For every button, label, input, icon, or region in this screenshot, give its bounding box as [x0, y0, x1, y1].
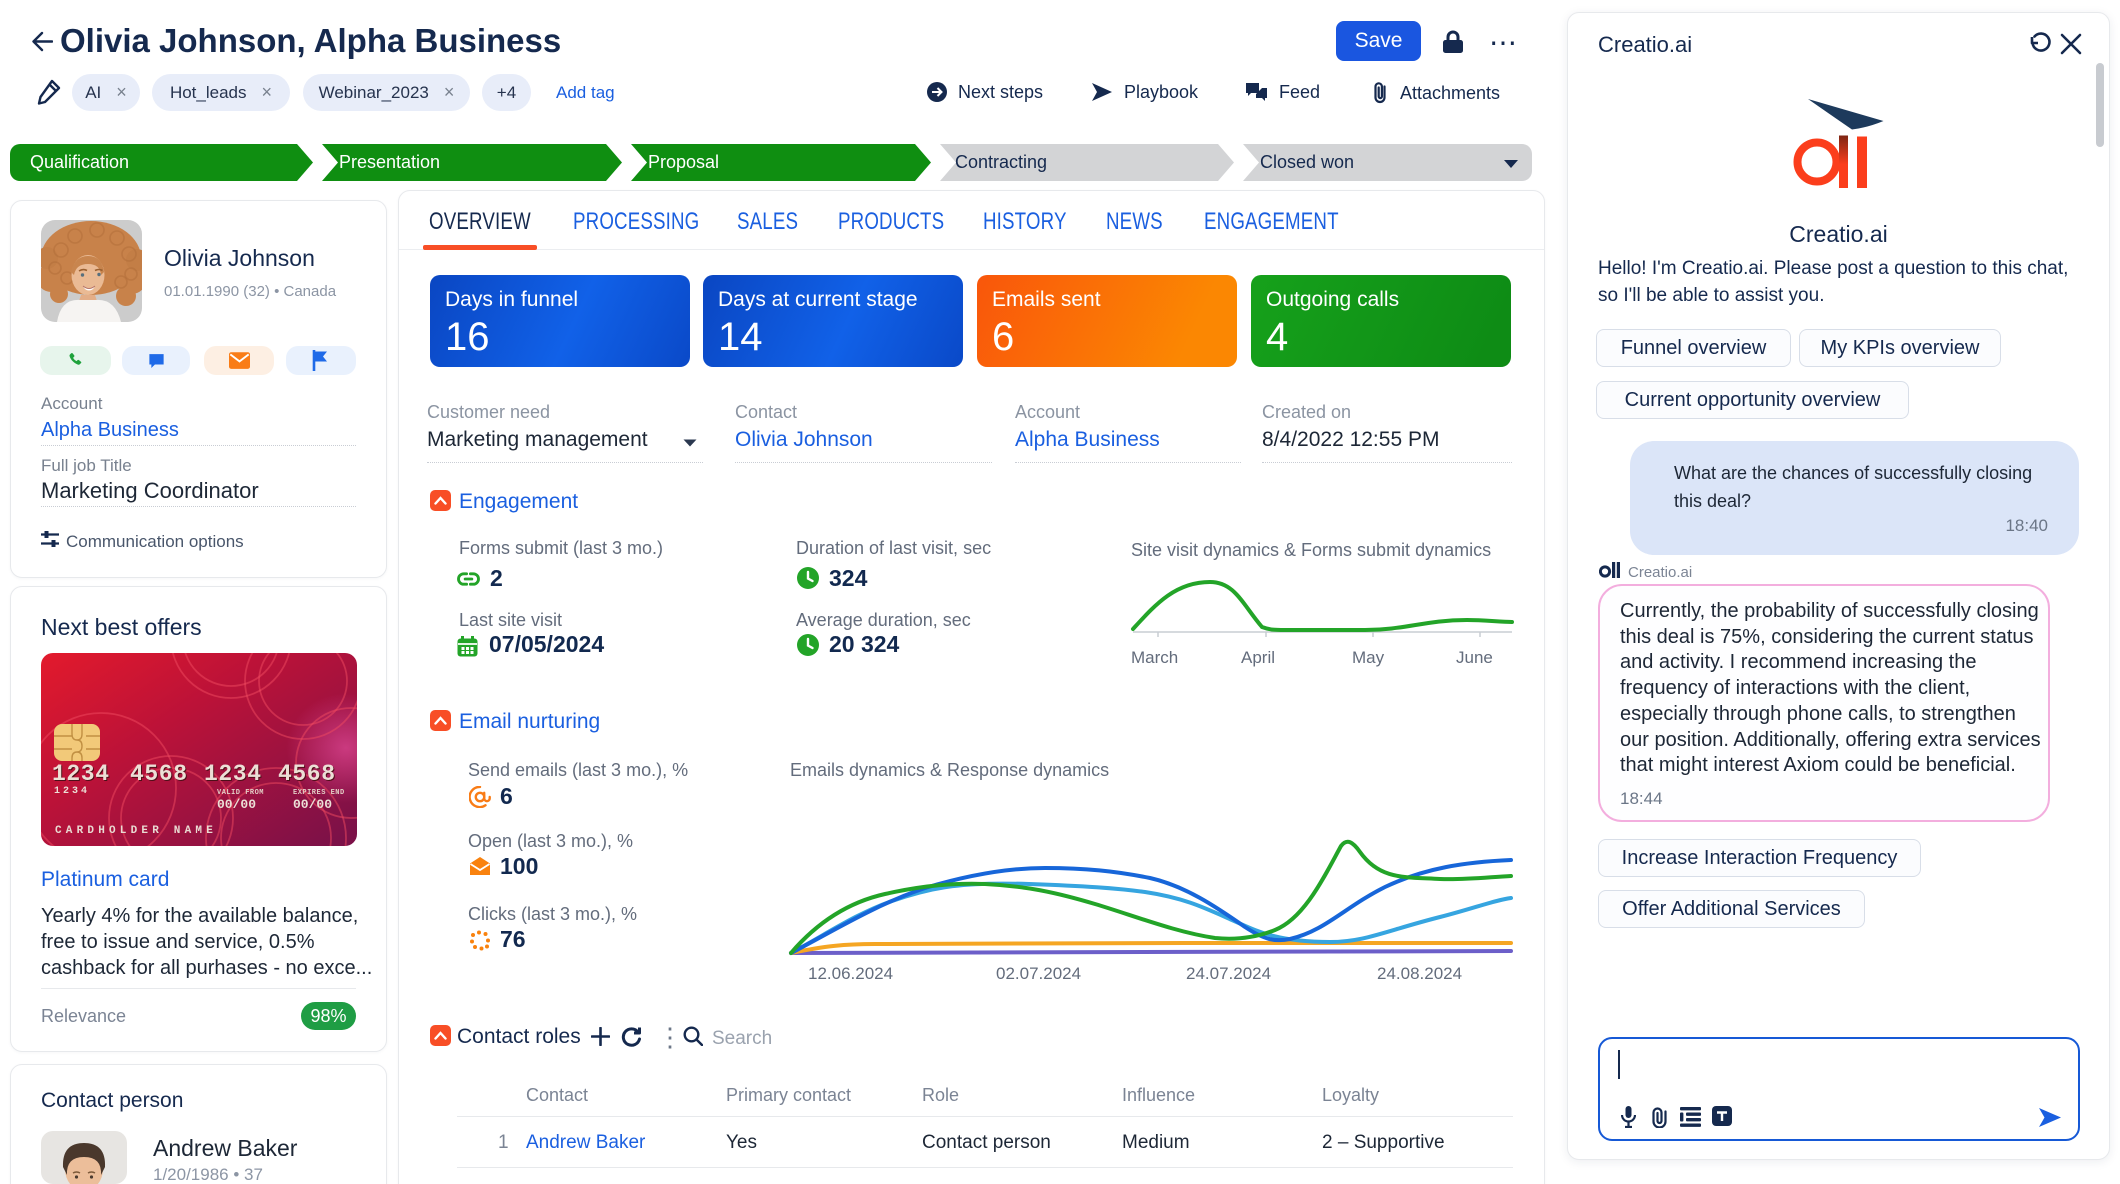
svg-text:1234: 1234 [204, 761, 262, 787]
svg-text:4568: 4568 [130, 761, 188, 787]
svg-text:4568: 4568 [278, 761, 336, 787]
svg-text:VALID FROM: VALID FROM [217, 789, 264, 797]
svg-text:00/00: 00/00 [293, 797, 332, 812]
svg-text:1234: 1234 [52, 761, 110, 787]
svg-text:CARDHOLDER NAME: CARDHOLDER NAME [55, 825, 217, 837]
svg-text:1234: 1234 [54, 786, 90, 797]
svg-text:EXPIRES END: EXPIRES END [293, 789, 345, 797]
svg-text:00/00: 00/00 [217, 797, 256, 812]
